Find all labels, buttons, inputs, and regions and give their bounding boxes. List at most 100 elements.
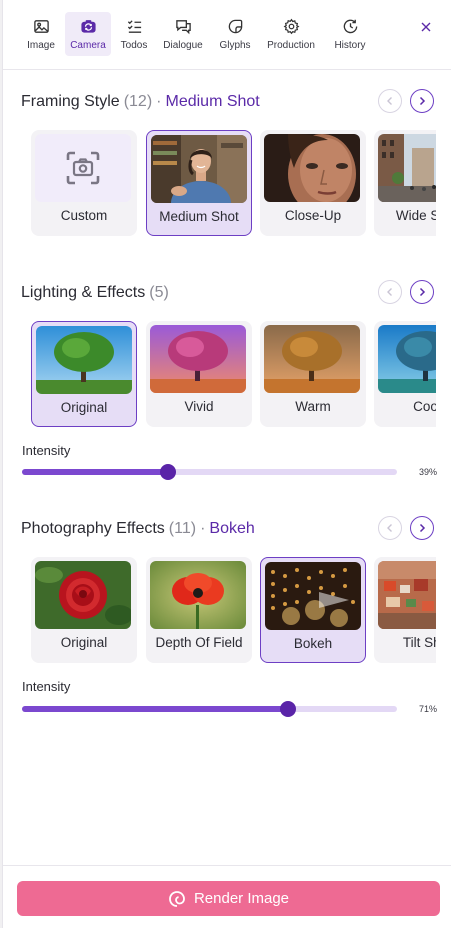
section-count: (5) [149,284,169,301]
card-label: Medium Shot [159,209,239,224]
tab-label: Dialogue [163,40,203,51]
photography-next-button[interactable] [410,516,434,540]
lighting-next-button[interactable] [410,280,434,304]
chevron-right-icon [419,523,426,533]
woman-portrait-thumbnail [151,135,247,203]
tab-label: Todos [120,40,148,51]
lighting-option-warm[interactable]: Warm [260,321,366,427]
section-count: (11) [168,520,197,537]
slider-handle[interactable] [280,701,297,717]
tilt-shift-town-thumbnail [378,561,436,629]
card-label: Warm [295,399,331,414]
tab-label: Camera [70,40,106,51]
tab-glyphs[interactable]: Glyphs [215,12,255,56]
photo-effect-option-original[interactable]: Original [31,557,137,663]
poppy-thumbnail [150,561,246,629]
card-label: Custom [60,208,108,223]
render-button-label: Render Image [193,890,290,907]
photography-prev-button[interactable] [378,516,402,540]
chevron-left-icon [387,288,392,296]
photography-effects-heading: Photography Effects (11) · Bokeh [21,517,255,541]
framing-option-close-up[interactable]: Close-Up [260,130,366,236]
photo-effect-option-depth-of-field[interactable]: Depth Of Field [146,557,252,663]
framing-option-medium-shot[interactable]: Medium Shot [146,130,252,236]
photo-effect-option-bokeh[interactable]: Bokeh [260,557,366,663]
tab-camera[interactable]: Camera [65,12,111,56]
tree-cool-photo [378,325,436,393]
tree-vivid-photo [150,325,246,393]
tree-cool-thumbnail [378,325,436,393]
lighting-option-original[interactable]: Original [31,321,137,427]
city-street-photo [378,134,436,202]
slider-fill [22,469,169,475]
selected-value: Medium Shot [165,93,260,110]
card-label: Cool [413,399,436,414]
chevron-left-icon [387,97,392,105]
slider-handle[interactable] [160,464,177,480]
tab-history[interactable]: History [329,12,371,56]
image-icon [33,20,49,33]
card-label: Vivid [184,399,214,414]
tab-label: Image [27,40,55,51]
lighting-option-vivid[interactable]: Vivid [146,321,252,427]
photography-intensity-label: Intensity [22,679,71,694]
card-label: Wide Shot [395,208,436,223]
section-title: Lighting & Effects [21,284,146,301]
tab-label: Production [267,40,315,51]
card-label: Original [60,635,108,650]
tab-label: Glyphs [219,40,251,51]
photography-effects-list: Original Depth Of Field Bokeh Tilt Shift [31,557,436,667]
sticker-icon [228,19,242,34]
gear-icon [283,18,299,35]
history-icon [343,19,357,34]
checklist-icon [127,20,141,33]
framing-style-list: Custom Medium Shot Close-Up Wide Shot [31,130,436,240]
tilt-shift-town-photo [378,561,436,629]
camera-icon [80,20,96,33]
framing-prev-button[interactable] [378,89,402,113]
separator: · [200,520,206,537]
section-title: Photography Effects [21,520,165,537]
framing-next-button[interactable] [410,89,434,113]
slider-fill [22,706,289,712]
lighting-intensity-label: Intensity [22,443,71,458]
framing-style-heading: Framing Style (12) · Medium Shot [21,90,260,114]
lighting-intensity-value: 39% [418,467,437,477]
lighting-intensity-slider[interactable] [22,464,397,480]
custom-camera-thumbnail [35,134,131,202]
photo-effect-option-tilt-shift[interactable]: Tilt Shift [374,557,436,663]
tab-dialogue[interactable]: Dialogue [159,12,207,56]
tree-warm-thumbnail [264,325,360,393]
lighting-prev-button[interactable] [378,280,402,304]
tab-image[interactable]: Image [21,12,61,56]
custom-camera-icon [66,151,100,185]
framing-option-wide-shot[interactable]: Wide Shot [374,130,436,236]
tab-todos[interactable]: Todos [117,12,151,56]
chevron-right-icon [419,96,426,106]
camera-panel: Image Camera Todos Dialogue Glyphs Produ… [2,0,451,928]
lighting-effects-list: Original Vivid Warm Cool [31,321,436,431]
tree-warm-photo [264,325,360,393]
close-icon [421,22,431,32]
photography-intensity-value: 71% [418,704,437,714]
lighting-option-cool[interactable]: Cool [374,321,436,427]
card-label: Tilt Shift [402,635,436,650]
face-closeup-thumbnail [264,134,360,202]
render-image-button[interactable]: Render Image [17,881,440,916]
woman-portrait-photo [151,135,247,203]
card-label: Bokeh [293,636,333,651]
swirl-icon [169,890,185,907]
photography-intensity-slider[interactable] [22,701,397,717]
chevron-left-icon [387,524,392,532]
card-label: Close-Up [284,208,342,223]
close-button[interactable] [417,18,435,36]
card-label: Original [60,400,108,415]
framing-option-custom[interactable]: Custom [31,130,137,236]
tab-production[interactable]: Production [263,12,319,56]
city-street-thumbnail [378,134,436,202]
section-title: Framing Style [21,93,120,110]
selected-value: Bokeh [209,520,255,537]
tab-bar: Image Camera Todos Dialogue Glyphs Produ… [3,0,451,70]
rose-thumbnail [35,561,131,629]
footer: Render Image [3,865,451,928]
